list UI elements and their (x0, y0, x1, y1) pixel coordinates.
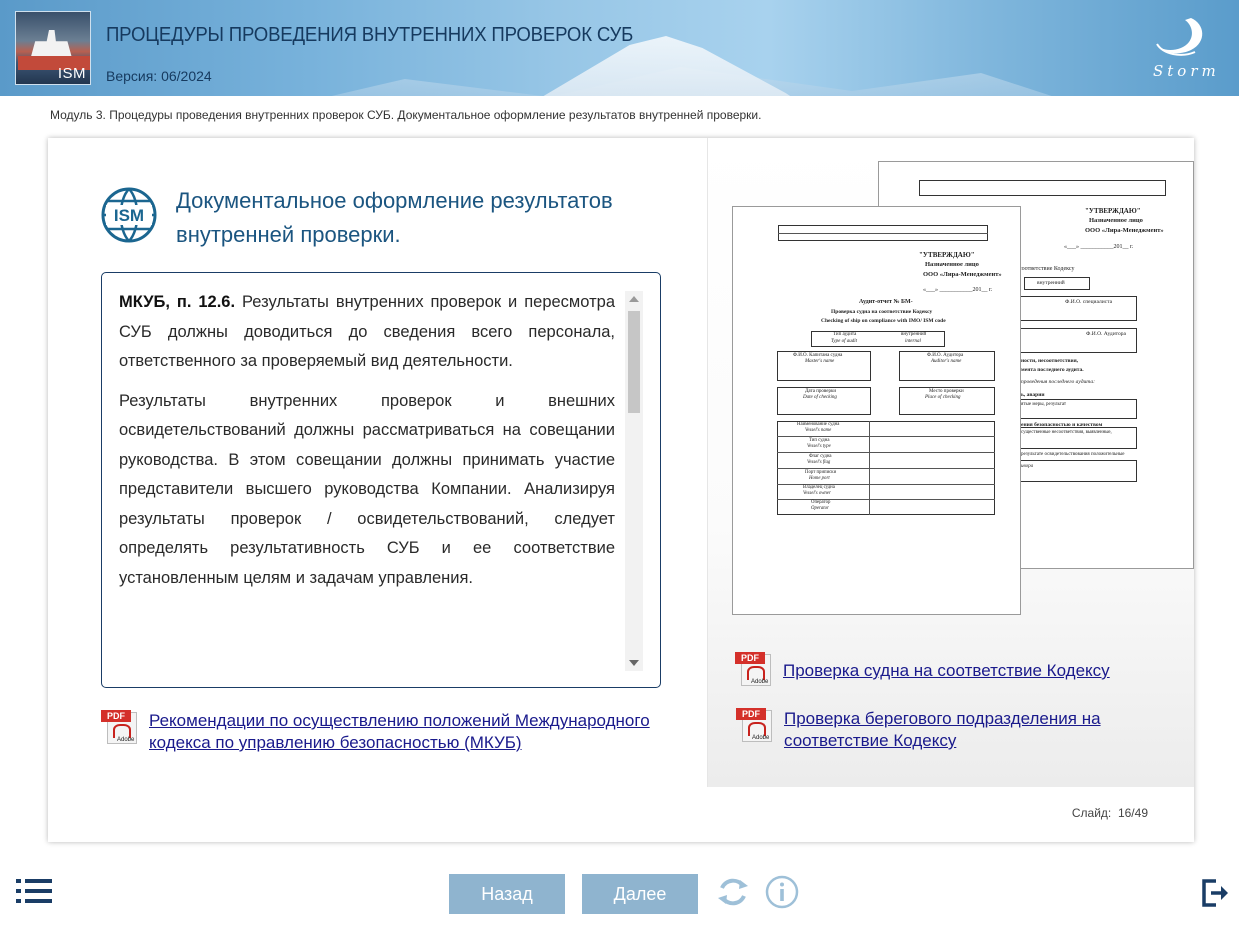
paragraph-1: МКУБ, п. 12.6. Результаты внутренних про… (119, 288, 615, 377)
breadcrumb: Модуль 3. Процедуры проведения внутренни… (50, 108, 762, 122)
slide-total: 49 (1134, 806, 1148, 820)
text-panel-content: МКУБ, п. 12.6. Результаты внутренних про… (119, 288, 615, 603)
course-title: ПРОЦЕДУРЫ ПРОВЕДЕНИЯ ВНУТРЕННИХ ПРОВЕРОК… (106, 24, 634, 46)
scrollbar-thumb[interactable] (628, 311, 640, 413)
info-icon[interactable] (764, 874, 800, 910)
ship-compliance-link[interactable]: Adobe PDF Проверка судна на соответствие… (735, 652, 1175, 686)
ism-globe-icon: ISM (101, 187, 157, 243)
slide-heading-line2: внутренней проверки. (176, 222, 401, 247)
storm-wordmark: Storm (1153, 62, 1220, 80)
storm-swirl-icon (1156, 18, 1203, 56)
text-panel-scrollbar[interactable] (625, 291, 643, 671)
slide-heading-line1: Документальное оформление результатов (176, 188, 613, 213)
back-button[interactable]: Назад (449, 874, 565, 914)
exit-icon[interactable] (1201, 878, 1229, 908)
logo-label: ISM (57, 65, 86, 82)
pdf-icon: Adobe PDF (101, 710, 139, 744)
ism-icon-label: ISM (114, 206, 144, 225)
scroll-down-icon[interactable] (629, 660, 639, 666)
replay-icon[interactable] (715, 874, 751, 910)
header-banner: ISM ПРОЦЕДУРЫ ПРОВЕДЕНИЯ ВНУТРЕННИХ ПРОВ… (0, 0, 1239, 96)
text-panel: МКУБ, п. 12.6. Результаты внутренних про… (101, 272, 661, 688)
ship-graphic (30, 30, 72, 58)
pdf-icon: Adobe PDF (736, 708, 774, 742)
slide-counter-label: Слайд: (1071, 806, 1112, 820)
document-preview-front[interactable]: "УТВЕРЖДАЮ" Назначенное лицо ООО «Лира-М… (732, 206, 1021, 615)
storm-logo: Storm (1147, 14, 1217, 80)
course-version: Версия: 06/2024 (106, 68, 212, 84)
clause-reference: МКУБ, п. 12.6. (119, 293, 236, 311)
scroll-up-icon[interactable] (629, 296, 639, 302)
slide-card: ISM Документальное оформление результато… (48, 138, 1194, 842)
slide-heading: Документальное оформление результатов вн… (176, 184, 656, 252)
shore-compliance-link[interactable]: Adobe PDF Проверка берегового подразделе… (736, 708, 1176, 752)
link-label[interactable]: Проверка берегового подразделения на соо… (784, 708, 1154, 752)
course-logo: ISM (15, 11, 91, 85)
slide-current: 16 (1117, 806, 1132, 820)
slide-counter: Слайд: 16/49 (1071, 806, 1148, 820)
menu-icon[interactable] (16, 879, 52, 903)
mkub-recommendations-link[interactable]: Adobe PDF Рекомендации по осуществлению … (101, 710, 661, 754)
link-label[interactable]: Рекомендации по осуществлению положений … (149, 710, 661, 754)
paragraph-2: Результаты внутренних проверок и внешних… (119, 391, 615, 587)
link-label[interactable]: Проверка судна на соответствие Кодексу (783, 660, 1110, 682)
pdf-icon: Adobe PDF (735, 652, 773, 686)
document-preview-panel: "УТВЕРЖДАЮ" Назначенное лицо ООО «Лира-М… (707, 138, 1194, 787)
next-button[interactable]: Далее (582, 874, 698, 914)
bottom-navigation: Назад Далее (0, 842, 1239, 928)
